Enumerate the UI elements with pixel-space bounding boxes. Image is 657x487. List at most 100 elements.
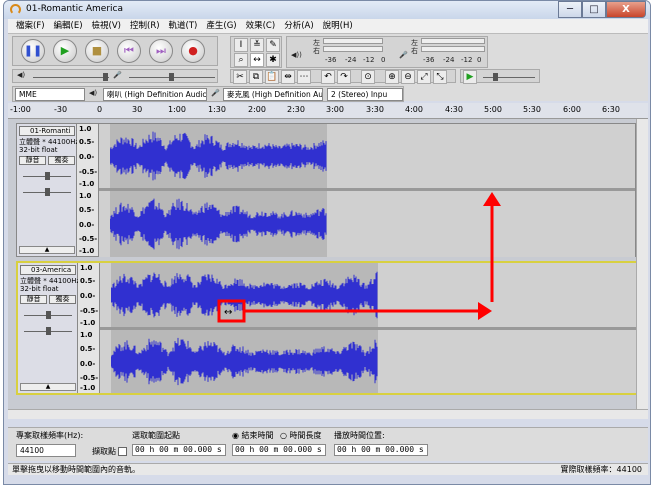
trim-icon[interactable]: ⇹: [281, 70, 295, 84]
output-device-select[interactable]: 喇叭 (High Definition Audic: [103, 88, 207, 101]
stop-button[interactable]: ■: [85, 39, 109, 63]
silence-icon[interactable]: ⋯: [297, 70, 311, 84]
multi-tool-icon[interactable]: ✱: [266, 53, 280, 67]
skip-start-button[interactable]: ⏮: [117, 39, 141, 63]
scale-label: 1.0: [79, 125, 92, 133]
scale-label: 1.0: [80, 264, 93, 272]
menu-transport[interactable]: 控制(R): [130, 19, 160, 33]
pause-button[interactable]: ❚❚: [21, 39, 45, 63]
collapse-track-button[interactable]: ▲: [19, 246, 75, 254]
track-panel: 01-Romanti 立體聲 * 44100Hz 32-bit float 靜音…: [8, 119, 648, 409]
scale-label: 1.0: [80, 331, 93, 339]
scale-label: -0.5-: [79, 168, 98, 176]
project-rate-select[interactable]: 44100: [16, 444, 76, 457]
timeline-ruler[interactable]: -1:00 -30 0 30 1:00 1:30 2:00 2:30 3:00 …: [8, 103, 648, 119]
copy-icon[interactable]: ⧉: [249, 70, 263, 84]
maximize-button[interactable]: □: [582, 1, 606, 18]
host-select[interactable]: MME: [15, 88, 85, 101]
sync-lock-icon[interactable]: ⊙: [361, 70, 375, 84]
audio-clip[interactable]: [111, 330, 378, 393]
menu-tracks[interactable]: 軌道(T): [169, 19, 198, 33]
track-name-menu[interactable]: 01-Romanti: [19, 126, 75, 136]
collapse-track-button[interactable]: ▲: [20, 383, 76, 391]
play-at-speed-icon[interactable]: ▶: [463, 70, 477, 84]
fit-selection-icon[interactable]: ⤢: [417, 70, 431, 84]
input-device-select[interactable]: 麥克風 (High Definition Au: [223, 88, 323, 101]
ruler-tick: 4:30: [445, 105, 463, 114]
snap-to-checkbox[interactable]: [118, 447, 127, 456]
menu-view[interactable]: 檢視(V): [92, 19, 121, 33]
cut-icon[interactable]: ✂: [233, 70, 247, 84]
menu-effect[interactable]: 效果(C): [246, 19, 276, 33]
selection-tool-icon[interactable]: I: [234, 38, 248, 52]
selection-start-time[interactable]: 00 h 00 m 00.000 s: [132, 444, 226, 456]
vertical-scrollbar[interactable]: [636, 119, 648, 409]
microphone-icon: 🎤: [399, 51, 408, 59]
menu-file[interactable]: 檔案(F): [16, 19, 45, 33]
record-meter-right: [421, 46, 485, 52]
mute-button[interactable]: 靜音: [19, 156, 46, 165]
gain-slider[interactable]: [24, 311, 72, 319]
close-button[interactable]: X: [606, 1, 646, 18]
scale-label: 0.0-: [79, 153, 95, 161]
fit-project-icon[interactable]: ⤡: [433, 70, 447, 84]
solo-button[interactable]: 獨奏: [49, 295, 76, 304]
menu-analyze[interactable]: 分析(A): [284, 19, 313, 33]
record-meter-left: [421, 38, 485, 44]
selection-end-time[interactable]: 00 h 00 m 00.000 s: [232, 444, 326, 456]
output-volume-slider[interactable]: [33, 73, 109, 81]
speed-slider[interactable]: [483, 73, 535, 81]
audio-clip[interactable]: [111, 263, 378, 327]
zoom-tool-icon[interactable]: ⌕: [234, 53, 248, 67]
right-channel[interactable]: [99, 191, 635, 257]
meter-tick: -36: [423, 56, 435, 64]
scale-label: 0.5-: [79, 138, 95, 146]
scale-label: -1.0: [80, 319, 96, 327]
audio-position-label: 播放時間位置:: [334, 431, 385, 440]
menu-edit[interactable]: 編輯(E): [54, 19, 83, 33]
timeshift-tool-icon[interactable]: ↔: [250, 53, 264, 67]
audio-clip[interactable]: [110, 124, 327, 188]
audacity-headphones-icon: [10, 4, 21, 15]
right-channel[interactable]: [100, 330, 636, 393]
length-radio[interactable]: ○ 時間長度: [280, 430, 322, 441]
record-button[interactable]: ●: [181, 39, 205, 63]
end-time-label: 結束時間: [241, 431, 274, 440]
audio-clip[interactable]: [110, 191, 327, 257]
minimize-button[interactable]: ─: [558, 1, 582, 18]
audio-track[interactable]: 01-Romanti 立體聲 * 44100Hz 32-bit float 靜音…: [16, 123, 636, 257]
play-button[interactable]: ▶: [53, 39, 77, 63]
draw-tool-icon[interactable]: ✎: [266, 38, 280, 52]
envelope-tool-icon[interactable]: ≚: [250, 38, 264, 52]
pan-slider[interactable]: [24, 327, 72, 335]
channels-select[interactable]: 2 (Stereo) Inpu: [327, 88, 403, 101]
meter-tick: -12: [461, 56, 473, 64]
zoom-out-icon[interactable]: ⊖: [401, 70, 415, 84]
input-volume-slider[interactable]: [129, 73, 215, 81]
playback-meter-left: [323, 38, 383, 44]
audio-position-time[interactable]: 00 h 00 m 00.000 s: [334, 444, 428, 456]
zoom-in-icon[interactable]: ⊕: [385, 70, 399, 84]
end-time-radio[interactable]: ◉ 結束時間: [232, 430, 274, 441]
horizontal-scrollbar[interactable]: [8, 409, 648, 419]
solo-button[interactable]: 獨奏: [48, 156, 75, 165]
undo-icon[interactable]: ↶: [321, 70, 335, 84]
audio-track-selected[interactable]: 03-America 立體聲 * 44100Hz 32-bit float 靜音…: [16, 261, 636, 395]
pan-slider[interactable]: [23, 188, 71, 196]
menu-bar: 檔案(F) 編輯(E) 檢視(V) 控制(R) 軌道(T) 產生(G) 效果(C…: [8, 19, 648, 33]
record-icon: ●: [188, 44, 198, 57]
mute-button[interactable]: 靜音: [20, 295, 47, 304]
menu-generate[interactable]: 產生(G): [206, 19, 236, 33]
waveform: [110, 131, 327, 181]
ruler-tick: 3:00: [326, 105, 344, 114]
track-name-menu[interactable]: 03-America: [20, 265, 76, 275]
left-channel[interactable]: [100, 263, 636, 327]
ruler-tick: 1:30: [208, 105, 226, 114]
paste-icon[interactable]: 📋: [265, 70, 279, 84]
skip-end-button[interactable]: ⏭: [149, 39, 173, 63]
speaker-icon: ◀): [89, 89, 98, 97]
menu-help[interactable]: 說明(H): [323, 19, 353, 33]
redo-icon[interactable]: ↷: [337, 70, 351, 84]
gain-slider[interactable]: [23, 172, 71, 180]
left-channel[interactable]: [99, 124, 635, 188]
